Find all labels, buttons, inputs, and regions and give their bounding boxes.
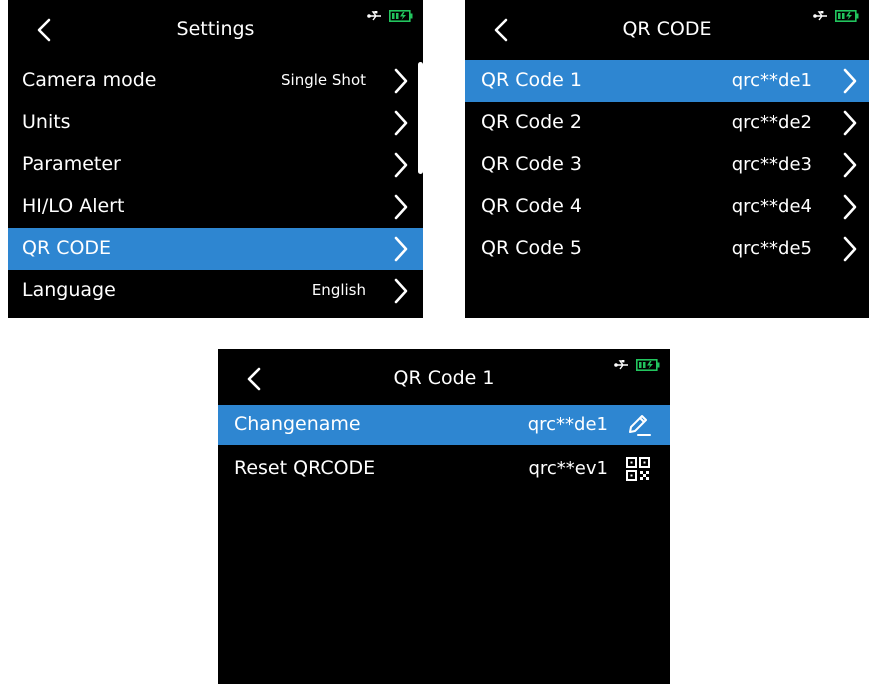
chevron-right-icon	[394, 194, 408, 220]
status-bar	[813, 10, 859, 22]
qr-code-label: QR Code 1	[481, 69, 582, 91]
qr-code-item-4[interactable]: QR Code 4 qrc**de4	[465, 186, 869, 228]
battery-charging-icon	[389, 10, 413, 22]
qr-code-value: qrc**de1	[731, 70, 812, 91]
reset-qrcode-value: qrc**ev1	[528, 458, 608, 479]
pencil-icon[interactable]	[624, 411, 652, 439]
qr-code-value: qrc**de3	[731, 154, 812, 175]
qr-code-item-1[interactable]: QR Code 1 qrc**de1	[465, 60, 869, 102]
battery-charging-icon	[636, 359, 660, 371]
changename-item[interactable]: Changename qrc**de1	[218, 405, 670, 445]
settings-item-qr-code[interactable]: QR CODE	[8, 228, 423, 270]
settings-item-label: Parameter	[22, 153, 121, 175]
qr-code-label: QR Code 3	[481, 153, 582, 175]
chevron-right-icon	[843, 110, 857, 136]
page-title: QR CODE	[622, 18, 712, 40]
reset-qrcode-label: Reset QRCODE	[234, 457, 376, 479]
reset-qrcode-item[interactable]: Reset QRCODE qrc**ev1	[218, 449, 670, 489]
qr-code-value: qrc**de2	[731, 112, 812, 133]
battery-charging-icon	[835, 10, 859, 22]
settings-item-label: HI/LO Alert	[22, 195, 125, 217]
qr-code-value: qrc**de5	[731, 238, 812, 259]
usb-icon	[367, 11, 381, 21]
settings-screen: Settings Camera mode Single Shot Units P…	[8, 0, 423, 318]
qr-code-item-3[interactable]: QR Code 3 qrc**de3	[465, 144, 869, 186]
qr-code-icon[interactable]	[624, 455, 652, 483]
changename-value: qrc**de1	[527, 414, 608, 435]
settings-item-label: Camera mode	[22, 69, 157, 91]
page-title: Settings	[176, 18, 255, 40]
qr-code-value: qrc**de4	[731, 196, 812, 217]
settings-item-hi-lo-alert[interactable]: HI/LO Alert	[8, 186, 423, 228]
chevron-right-icon	[843, 152, 857, 178]
qr-code-detail-screen: QR Code 1 Changename qrc**de1 Reset QRCO…	[218, 349, 670, 684]
chevron-right-icon	[394, 68, 408, 94]
settings-item-label: Units	[22, 111, 71, 133]
settings-item-label: Language	[22, 279, 116, 301]
qr-code-item-5[interactable]: QR Code 5 qrc**de5	[465, 228, 869, 270]
qr-detail-header: QR Code 1	[218, 349, 670, 409]
chevron-right-icon	[843, 236, 857, 262]
changename-label: Changename	[234, 413, 361, 435]
usb-icon	[813, 11, 827, 21]
settings-item-units[interactable]: Units	[8, 102, 423, 144]
qr-code-list-screen: QR CODE QR Code 1 qrc**de1 QR Code 2 qrc…	[465, 0, 869, 318]
settings-item-value: Single Shot	[281, 71, 366, 89]
chevron-right-icon	[394, 110, 408, 136]
settings-item-label: QR CODE	[22, 237, 112, 259]
qr-code-label: QR Code 5	[481, 237, 582, 259]
chevron-right-icon	[843, 194, 857, 220]
status-bar	[367, 10, 413, 22]
settings-item-value: English	[311, 281, 366, 299]
settings-header: Settings	[8, 0, 423, 60]
page-title: QR Code 1	[393, 367, 495, 389]
chevron-right-icon	[394, 278, 408, 304]
qr-list-header: QR CODE	[465, 0, 869, 60]
usb-icon	[614, 360, 628, 370]
qr-code-label: QR Code 4	[481, 195, 582, 217]
qr-code-item-2[interactable]: QR Code 2 qrc**de2	[465, 102, 869, 144]
chevron-right-icon	[394, 236, 408, 262]
settings-item-language[interactable]: Language English	[8, 270, 423, 312]
scrollbar-thumb[interactable]	[418, 62, 423, 174]
settings-item-camera-mode[interactable]: Camera mode Single Shot	[8, 60, 423, 102]
settings-item-parameter[interactable]: Parameter	[8, 144, 423, 186]
status-bar	[614, 359, 660, 371]
qr-code-label: QR Code 2	[481, 111, 582, 133]
chevron-right-icon	[394, 152, 408, 178]
chevron-right-icon	[843, 68, 857, 94]
